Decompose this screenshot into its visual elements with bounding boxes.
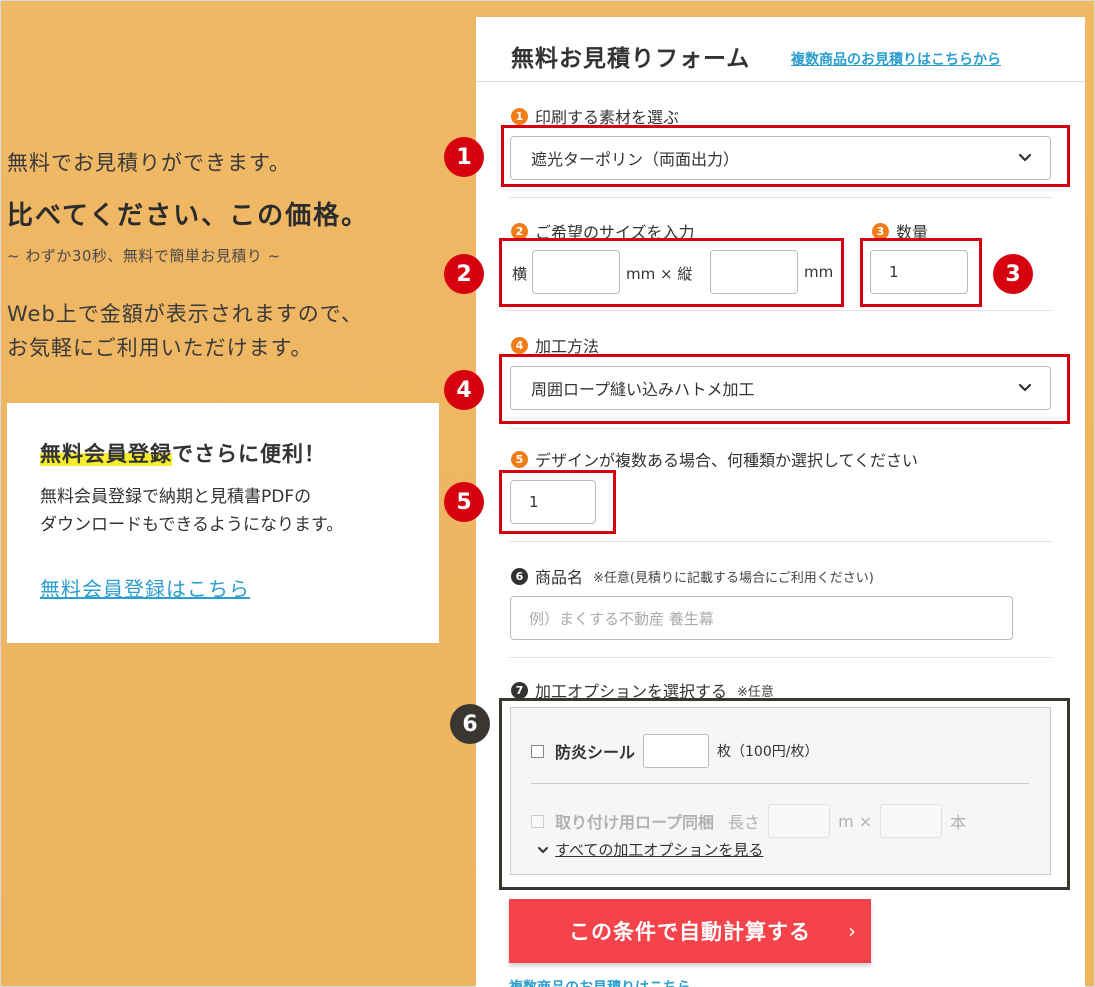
section-divider bbox=[509, 197, 1052, 198]
annotation-marker-6: 6 bbox=[450, 704, 490, 744]
annotation-box-6 bbox=[499, 698, 1070, 890]
intro-description-line1: Web上で金額が表示されますので、 bbox=[7, 302, 363, 326]
section-divider bbox=[509, 657, 1052, 658]
annotation-box-5 bbox=[499, 470, 616, 534]
annotation-box-2 bbox=[499, 238, 844, 307]
member-card-title: 無料会員登録でさらに便利！ bbox=[40, 438, 326, 468]
intro-description-line2: お気軽にご利用いただけます。 bbox=[7, 336, 313, 360]
annotation-marker-2: 2 bbox=[444, 254, 484, 294]
step6-label-text: 商品名 bbox=[535, 568, 584, 587]
step7-note: ※任意 bbox=[737, 684, 774, 700]
member-registration-link[interactable]: 無料会員登録はこちら bbox=[40, 573, 250, 602]
member-text-line2: ダウンロードもできるようになります。 bbox=[40, 515, 344, 535]
section-divider bbox=[509, 310, 1052, 311]
step1-number: 1 bbox=[511, 107, 528, 125]
member-title-rest: でさらに便利！ bbox=[172, 442, 326, 466]
step2-number: 2 bbox=[511, 222, 528, 240]
step7-number: 7 bbox=[511, 681, 528, 699]
step4-number: 4 bbox=[511, 336, 528, 354]
member-registration-card: 無料会員登録でさらに便利！ 無料会員登録で納期と見積書PDFの ダウンロードもで… bbox=[7, 403, 439, 643]
annotation-marker-5: 5 bbox=[444, 482, 484, 522]
step6-number: 6 bbox=[511, 567, 528, 585]
section-divider bbox=[509, 541, 1052, 542]
multi-product-estimate-bottom-link[interactable]: 複数商品のお見積りはこちら bbox=[509, 977, 691, 987]
step6-note: ※任意(見積りに記載する場合にご利用ください) bbox=[593, 570, 874, 586]
auto-calculate-label: この条件で自動計算する bbox=[569, 920, 811, 944]
step3-number: 3 bbox=[872, 222, 889, 240]
product-name-placeholder: 例）まくする不動産 養生幕 bbox=[529, 609, 714, 628]
member-card-text: 無料会員登録で納期と見積書PDFの ダウンロードもできるようになります。 bbox=[40, 483, 343, 539]
auto-calculate-button[interactable]: この条件で自動計算する › bbox=[509, 899, 871, 963]
member-text-line1: 無料会員登録で納期と見積書PDFの bbox=[40, 487, 312, 507]
multi-product-estimate-link[interactable]: 複数商品のお見積りはこちらから bbox=[791, 49, 1001, 69]
annotation-box-4 bbox=[499, 354, 1070, 424]
step6-label: 6 商品名 ※任意(見積りに記載する場合にご利用ください) bbox=[511, 564, 874, 588]
intro-section: 無料でお見積りができます。 比べてください、この価格。 ~ わずか30秒、無料で… bbox=[1, 1, 461, 987]
product-name-input[interactable]: 例）まくする不動産 養生幕 bbox=[510, 596, 1013, 640]
step5-label-text: デザインが複数ある場合、何種類か選択してください bbox=[535, 451, 919, 470]
section-divider bbox=[509, 428, 1052, 429]
member-title-highlight: 無料会員登録 bbox=[40, 442, 172, 466]
annotation-box-1 bbox=[501, 125, 1070, 187]
intro-subcopy: ~ わずか30秒、無料で簡単お見積り ~ bbox=[7, 247, 281, 265]
form-title: 無料お見積りフォーム bbox=[511, 46, 751, 72]
title-divider bbox=[476, 81, 1085, 82]
step5-label: 5 デザインが複数ある場合、何種類か選択してください bbox=[511, 447, 918, 471]
annotation-box-3 bbox=[860, 238, 982, 307]
step5-number: 5 bbox=[511, 450, 528, 468]
chevron-right-icon: › bbox=[848, 919, 857, 943]
annotation-marker-4: 4 bbox=[444, 370, 484, 410]
intro-headline: 比べてください、この価格。 bbox=[7, 201, 370, 231]
intro-description: Web上で金額が表示されますので、 お気軽にご利用いただけます。 bbox=[7, 297, 363, 365]
annotation-marker-1: 1 bbox=[444, 137, 484, 177]
annotation-marker-3: 3 bbox=[993, 254, 1033, 294]
intro-lead: 無料でお見積りができます。 bbox=[7, 151, 291, 175]
